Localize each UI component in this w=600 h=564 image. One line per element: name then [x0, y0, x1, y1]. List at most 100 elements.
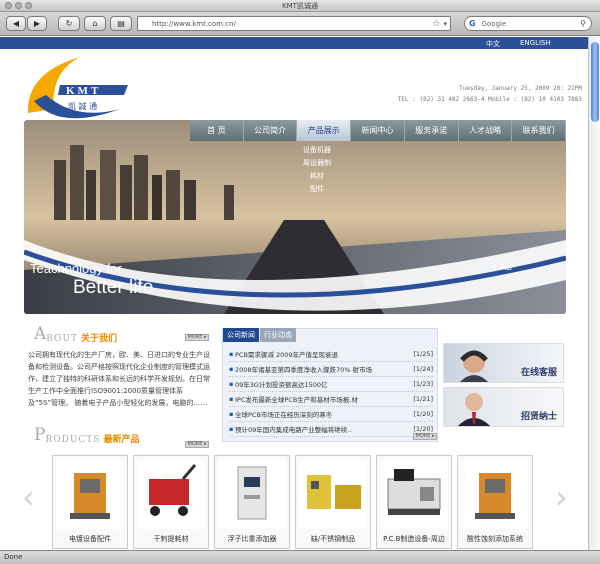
- banner-tagline-small: Teachnology for: [30, 261, 122, 276]
- lang-cn-link[interactable]: 中文: [486, 39, 500, 49]
- header-info: Tuesday, January 25, 2009 20: 21PM TEL :…: [300, 83, 582, 105]
- forward-button[interactable]: ▶: [27, 16, 47, 31]
- nav-careers[interactable]: 人才战略: [459, 120, 513, 141]
- product-card[interactable]: 浮子比重添加器: [214, 455, 290, 549]
- about-heading-initial: A: [34, 324, 47, 344]
- submenu-item[interactable]: 周设器制: [290, 157, 344, 170]
- submenu-item[interactable]: 配件: [290, 183, 344, 196]
- product-card[interactable]: 酸性蚀刻添加系统: [457, 455, 533, 549]
- hiring-label: 招贤纳士: [520, 412, 557, 422]
- products-more-button[interactable]: MORE ▸: [185, 441, 209, 448]
- banner-tagline-large: Better life: [73, 277, 154, 298]
- news-date: [1/23]: [413, 380, 433, 388]
- product-caption[interactable]: 缺/不锈钢制品: [296, 534, 370, 544]
- product-card[interactable]: 缺/不锈钢制品: [295, 455, 371, 549]
- news-date: [1/25]: [413, 350, 433, 358]
- news-title[interactable]: 2008年诸基亚第四季度净收入骤跌70% 射市场: [235, 364, 409, 374]
- news-date: [1/20]: [413, 425, 433, 433]
- news-title[interactable]: 全球PCB市场正在经历深刻的寒冬: [235, 409, 409, 419]
- vertical-scrollbar[interactable]: [588, 37, 600, 550]
- magnifier-icon[interactable]: ⚲: [580, 19, 586, 28]
- star-icon[interactable]: ☆: [432, 19, 440, 29]
- submenu-item[interactable]: 设备机器: [290, 144, 344, 157]
- address-url[interactable]: http://www.kmt.com.cn/: [152, 20, 432, 28]
- service-agent-image: [460, 350, 488, 382]
- nav-news[interactable]: 新闻中心: [351, 120, 405, 141]
- tab-industry-news[interactable]: 行业动态: [260, 328, 296, 342]
- news-item[interactable]: ▪ IPC发布最新全球PCB生产和基材市场报.材 [1/21]: [229, 392, 433, 407]
- home-icon: ⌂: [92, 19, 98, 28]
- bookmark-button[interactable]: ▤: [110, 16, 132, 31]
- dropdown-icon[interactable]: ▾: [443, 20, 447, 28]
- about-text: 公司拥有现代化的生产厂房，欧、美、日进口的专业生产设备和检测设备。公司严格按照现…: [28, 351, 210, 407]
- news-item[interactable]: ▪ 全球PCB市场正在经历深刻的寒冬 [1/20]: [229, 407, 433, 422]
- product-caption[interactable]: 酸性蚀刻添加系统: [458, 534, 532, 544]
- reload-button[interactable]: ↻: [58, 16, 80, 31]
- scrollbar-thumb[interactable]: [591, 42, 599, 122]
- prev-arrow-icon[interactable]: ‹: [22, 481, 40, 513]
- bookmark-icon: ▤: [117, 19, 125, 28]
- steel-products-image: [299, 459, 367, 529]
- nav-home[interactable]: 首 页: [190, 120, 244, 141]
- page-content: 中文 ENGLISH KMT 凯 誠 通 Tuesday, January 25…: [0, 37, 588, 550]
- nav-service[interactable]: 服务承诺: [405, 120, 459, 141]
- news-title[interactable]: PCB需求骤减 2009年产值呈现衰退: [235, 349, 409, 359]
- plating-parts-image: [56, 459, 124, 529]
- status-text: Done: [4, 553, 23, 561]
- product-carousel: 电镀设备配件 干刺提耗材 浮子比重添加器 缺/不锈钢制品 P.C.B制造设备-周…: [52, 455, 542, 550]
- back-arrow-icon: ◀: [12, 19, 20, 28]
- window-titlebar: KMT凯诚通: [0, 0, 600, 12]
- product-card[interactable]: 电镀设备配件: [52, 455, 128, 549]
- nav-products[interactable]: 产品展示: [297, 120, 352, 141]
- search-placeholder: Google: [481, 19, 507, 28]
- product-caption[interactable]: 浮子比重添加器: [215, 534, 289, 544]
- about-more-button[interactable]: MORE ▸: [185, 334, 209, 341]
- online-service-card[interactable]: 在线客服: [443, 343, 564, 383]
- news-more-button[interactable]: MORE ▸: [413, 433, 437, 440]
- news-item[interactable]: ▪ PCB需求骤减 2009年产值呈现衰退 [1/25]: [229, 347, 433, 362]
- news-title[interactable]: IPC发布最新全球PCB生产和基材市场报.材: [235, 394, 409, 404]
- contact-text: TEL : (82) 31 482 2663-4 Mobile : (82) 1…: [397, 96, 582, 103]
- pcb-equipment-image: [380, 459, 448, 529]
- next-arrow-icon[interactable]: ›: [555, 481, 573, 513]
- news-item[interactable]: ▪ 预计09年国内集成电路产业整幅将继续.. [1/20]: [229, 422, 433, 437]
- status-bar: Done: [0, 550, 600, 564]
- about-heading-en: BOUT: [46, 334, 79, 344]
- back-button[interactable]: ◀: [6, 16, 26, 31]
- product-caption[interactable]: 干刺提耗材: [134, 534, 208, 544]
- nav-about[interactable]: 公司简介: [244, 120, 298, 141]
- lang-en-link[interactable]: ENGLISH: [520, 39, 551, 47]
- tab-company-news[interactable]: 公司新闻: [223, 328, 259, 342]
- product-caption[interactable]: 电镀设备配件: [53, 534, 127, 544]
- product-card[interactable]: 干刺提耗材: [133, 455, 209, 549]
- svg-text:KMT: KMT: [66, 85, 101, 97]
- date-text: Tuesday, January 25, 2009 20: 21PM: [459, 85, 582, 92]
- businessman-image: [458, 393, 490, 426]
- product-card[interactable]: P.C.B制造设备-周边: [376, 455, 452, 549]
- kmt-logo[interactable]: KMT 凯 誠 通: [20, 51, 135, 127]
- etching-system-image: [461, 459, 529, 529]
- news-item[interactable]: ▪ 2008年诸基亚第四季度净收入骤跌70% 射市场 [1/24]: [229, 362, 433, 377]
- product-caption[interactable]: P.C.B制造设备-周边: [377, 534, 451, 544]
- home-button[interactable]: ⌂: [84, 16, 106, 31]
- news-panel: 公司新闻 行业动态 ▪ PCB需求骤减 2009年产值呈现衰退 [1/25] ▪ 20…: [222, 328, 438, 442]
- products-heading-en: RODUCTS: [45, 435, 101, 445]
- material-cart-image: [137, 459, 205, 529]
- news-item[interactable]: ▪ 09年3G计划投资额高达1500亿 [1/23]: [229, 377, 433, 392]
- nav-contact[interactable]: 联系我们: [512, 120, 567, 141]
- products-heading: P RODUCTS 最新产品: [34, 425, 139, 445]
- products-submenu: 设备机器 周设器制 耗材 配件: [290, 144, 344, 196]
- news-title[interactable]: 预计09年国内集成电路产业整幅将继续..: [235, 424, 409, 434]
- news-title[interactable]: 09年3G计划投资额高达1500亿: [235, 379, 409, 389]
- main-nav: 首 页 公司简介 产品展示 新闻中心 服务承诺 人才战略 联系我们: [190, 120, 567, 141]
- hiring-card[interactable]: 招贤纳士: [443, 387, 564, 427]
- window-title: KMT凯诚通: [282, 2, 318, 10]
- search-box[interactable]: G Google ⚲: [464, 16, 592, 31]
- about-heading: A BOUT 关于我们: [34, 324, 117, 344]
- address-bar[interactable]: http://www.kmt.com.cn/ ☆ ▾: [137, 16, 451, 31]
- gravity-adder-image: [218, 459, 286, 529]
- about-heading-cn: 关于我们: [81, 334, 118, 344]
- forward-arrow-icon: ▶: [33, 19, 41, 28]
- products-heading-cn: 最新产品: [103, 435, 140, 445]
- submenu-item[interactable]: 耗材: [290, 170, 344, 183]
